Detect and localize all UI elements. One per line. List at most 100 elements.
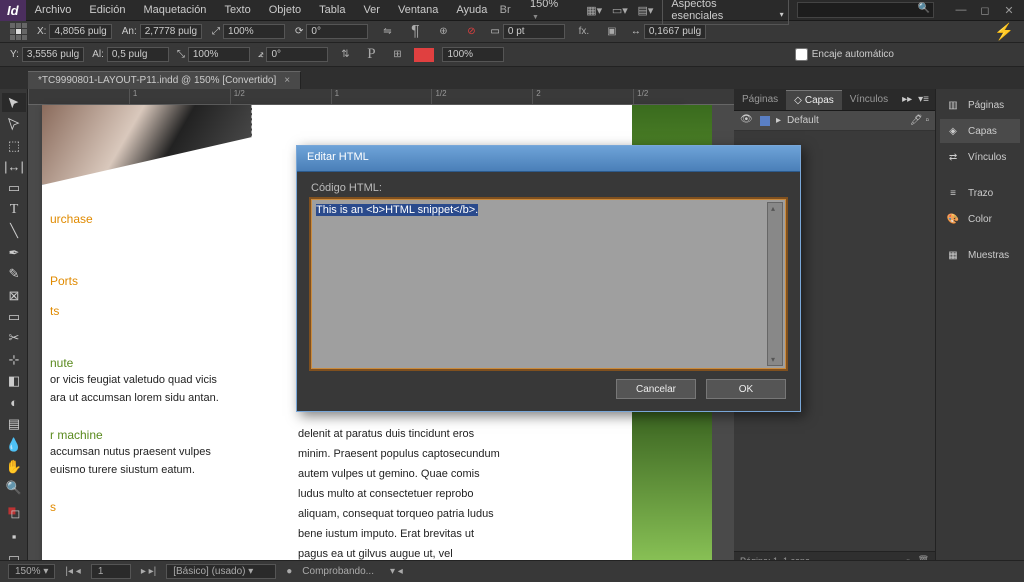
body-text[interactable]: autem vulpes ut gemino. Quae comis xyxy=(298,467,480,483)
eyedropper-tool[interactable]: 💧 xyxy=(2,436,26,455)
body-text[interactable]: ludus multo at consectetuer reprobo xyxy=(298,487,474,503)
effects-icon[interactable]: ⊘ xyxy=(462,23,480,41)
body-text[interactable]: euismo turere siustum eatum. xyxy=(50,463,195,479)
arrange-icon[interactable]: ▤▾ xyxy=(637,1,655,19)
cancel-button[interactable]: Cancelar xyxy=(616,379,696,399)
heading[interactable]: Ports xyxy=(50,273,78,290)
dialog-titlebar[interactable]: Editar HTML xyxy=(297,146,800,172)
flip-h-icon[interactable]: ⇋ xyxy=(378,23,396,41)
gap-tool[interactable]: |↔| xyxy=(2,157,26,176)
html-code-textarea[interactable]: This is an <b>HTML snippet</b>. xyxy=(311,199,786,369)
type-tool[interactable]: T xyxy=(2,200,26,219)
minimize-button[interactable]: — xyxy=(952,3,970,17)
free-transform-tool[interactable]: ⊹ xyxy=(2,350,26,369)
h-field[interactable]: 0,5 pulg xyxy=(107,47,169,62)
iconbar-paginas[interactable]: ▥Páginas xyxy=(940,93,1020,117)
menu-ver[interactable]: Ver xyxy=(354,1,389,19)
note-tool[interactable]: ▤ xyxy=(2,414,26,433)
p-icon[interactable]: P xyxy=(362,46,380,64)
gradient-swatch-tool[interactable]: ◧ xyxy=(2,371,26,390)
rotate-field[interactable]: 0° xyxy=(306,24,368,39)
fill-stroke-swap[interactable] xyxy=(2,500,26,525)
ok-button[interactable]: OK xyxy=(706,379,786,399)
zoom-level[interactable]: 150% ▾ xyxy=(8,564,55,579)
visibility-icon[interactable]: 👁 xyxy=(740,114,754,128)
preflight-status[interactable]: Comprobando... xyxy=(302,566,374,577)
iconbar-capas[interactable]: ◈Capas xyxy=(940,119,1020,143)
quick-apply-icon[interactable]: ⚡ xyxy=(994,22,1014,42)
body-text[interactable]: minim. Praesent populus captosecundum xyxy=(298,447,500,463)
body-text[interactable]: aliquam, consequat torqueo patria ludus xyxy=(298,507,494,523)
close-button[interactable]: ✕ xyxy=(1000,3,1018,17)
menu-ventana[interactable]: Ventana xyxy=(389,1,447,19)
close-tab-icon[interactable]: × xyxy=(284,75,290,86)
shear-field[interactable]: 0° xyxy=(266,47,328,62)
layer-name[interactable]: Default xyxy=(787,115,819,126)
apply-color[interactable]: ▪ xyxy=(2,527,26,546)
next-spread-icon[interactable]: ▸ ▸| xyxy=(141,566,156,577)
panel-menu-icon[interactable]: ▾≡ xyxy=(918,94,929,105)
selection-tool[interactable] xyxy=(2,93,26,112)
zoom-display[interactable]: 150% ▼ xyxy=(522,0,577,25)
page-tool[interactable]: ⬚ xyxy=(2,136,26,155)
stroke-type-icon[interactable] xyxy=(414,48,434,62)
screen-mode-icon[interactable]: ▭▾ xyxy=(611,1,629,19)
wrap-icon[interactable]: ▣ xyxy=(603,23,621,41)
search-input[interactable] xyxy=(797,2,934,18)
panel-tab-capas[interactable]: ◇Capas xyxy=(786,90,842,110)
panel-tab-vinculos[interactable]: Vínculos xyxy=(842,90,896,109)
iconbar-muestras[interactable]: ▦Muestras xyxy=(940,243,1020,267)
menu-texto[interactable]: Texto xyxy=(215,1,259,19)
placed-image-top[interactable] xyxy=(42,105,252,185)
align-icon[interactable]: ⊕ xyxy=(434,23,452,41)
page-field[interactable]: 1 xyxy=(91,564,131,579)
distribute-icon[interactable]: ⊞ xyxy=(388,46,406,64)
zoom-tool[interactable]: 🔍 xyxy=(2,479,26,498)
layer-row[interactable]: 👁 ▸ Default 🖊 ▫ xyxy=(734,111,935,131)
w-field[interactable]: 2,7778 pulg xyxy=(140,24,202,39)
body-text[interactable]: bene iustum imputo. Erat brevitas ut xyxy=(298,527,474,543)
gradient-feather-tool[interactable]: ◐ xyxy=(2,393,26,412)
maximize-button[interactable]: ◻ xyxy=(976,3,994,17)
iconbar-vinculos[interactable]: ⇄Vínculos xyxy=(940,145,1020,169)
menu-objeto[interactable]: Objeto xyxy=(260,1,310,19)
textarea-scrollbar[interactable] xyxy=(767,202,783,366)
menu-maquetacion[interactable]: Maquetación xyxy=(134,1,215,19)
heading[interactable]: r machine xyxy=(50,427,103,444)
heading[interactable]: s xyxy=(50,499,56,516)
menu-ayuda[interactable]: Ayuda xyxy=(447,1,496,19)
scaley-field[interactable]: 100% xyxy=(188,47,250,62)
body-text[interactable]: or vicis feugiat valetudo quad vicis xyxy=(50,373,217,389)
fx-icon[interactable]: fx. xyxy=(575,23,593,41)
hand-tool[interactable]: ✋ xyxy=(2,457,26,476)
scissors-tool[interactable]: ✂ xyxy=(2,329,26,348)
direct-selection-tool[interactable] xyxy=(2,114,26,133)
menu-edicion[interactable]: Edición xyxy=(80,1,134,19)
iconbar-color[interactable]: 🎨Color xyxy=(940,207,1020,231)
menu-archivo[interactable]: Archivo xyxy=(26,1,81,19)
heading[interactable]: ts xyxy=(50,303,59,320)
iconbar-trazo[interactable]: ≡Trazo xyxy=(940,181,1020,205)
body-text[interactable]: accumsan nutus praesent vulpes xyxy=(50,445,211,461)
opacity-field[interactable]: 100% xyxy=(442,47,504,62)
stroke-field[interactable]: 0 pt xyxy=(503,24,565,39)
menu-tabla[interactable]: Tabla xyxy=(310,1,354,19)
x-field[interactable]: 4,8056 pulg xyxy=(49,24,111,39)
body-text[interactable]: delenit at paratus duis tincidunt eros xyxy=(298,427,474,443)
bridge-icon[interactable]: Br xyxy=(496,1,514,19)
pen-tool[interactable]: ✒ xyxy=(2,243,26,262)
scalex-field[interactable]: 100% xyxy=(223,24,285,39)
rectangle-tool[interactable]: ▭ xyxy=(2,307,26,326)
rectangle-frame-tool[interactable]: ⊠ xyxy=(2,286,26,305)
content-collector-tool[interactable]: ▭ xyxy=(2,179,26,198)
heading[interactable]: nute xyxy=(50,355,73,372)
line-tool[interactable]: ╲ xyxy=(2,222,26,241)
view-options-icon[interactable]: ▦▾ xyxy=(585,1,603,19)
preset-field[interactable]: [Básico] (usado) ▾ xyxy=(166,564,276,579)
pen-target-icon[interactable]: 🖊 ▫ xyxy=(910,115,929,126)
pencil-tool[interactable]: ✎ xyxy=(2,264,26,283)
panel-collapse-icon[interactable]: ▸▸ xyxy=(902,94,912,105)
flip-v-icon[interactable]: ⇅ xyxy=(336,46,354,64)
paragraph-icon[interactable]: ¶ xyxy=(406,23,424,41)
workspace-switcher[interactable]: Aspectos esenciales xyxy=(662,0,788,25)
